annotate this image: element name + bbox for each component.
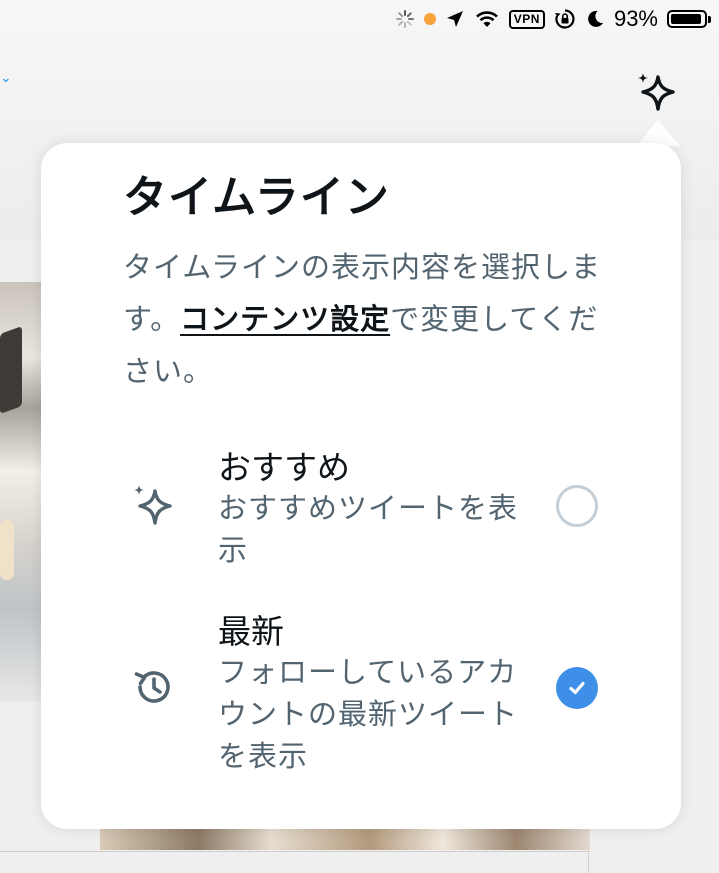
popover-title: タイムライン	[123, 172, 390, 223]
option-recommended[interactable]: おすすめ おすすめツイートを表示	[41, 441, 681, 571]
divider	[588, 851, 589, 873]
battery-level	[671, 14, 701, 24]
timeline-popover: タイムライン タイムラインの表示内容を選択します。コンテンツ設定で変更してくださ…	[41, 143, 681, 829]
background-photo-detail	[0, 325, 22, 415]
radio-latest[interactable]	[556, 667, 598, 709]
option-subtitle: おすすめツイートを表示	[218, 491, 519, 567]
timeline-switch-button[interactable]	[633, 70, 679, 116]
radio-recommended[interactable]	[556, 485, 598, 527]
battery-icon	[667, 10, 711, 28]
checkmark-icon	[569, 681, 585, 695]
option-latest[interactable]: 最新 フォローしているアカウントの最新ツイートを表示	[41, 605, 681, 775]
do-not-disturb-moon-icon	[585, 9, 605, 29]
option-subtitle: フォローしているアカウントの最新ツイートを表示	[218, 655, 519, 773]
sparkle-icon	[638, 73, 675, 111]
sparkle-icon	[129, 482, 177, 530]
battery-percent: 93%	[613, 6, 658, 31]
option-title: おすすめ	[218, 448, 350, 487]
wifi-icon	[474, 9, 500, 29]
orange-dot-indicator	[423, 13, 436, 25]
background-edge-mark: ⌄	[0, 70, 12, 86]
background-photo-detail	[0, 520, 14, 580]
popover-description: タイムラインの表示内容を選択します。コンテンツ設定で変更してください。	[123, 241, 613, 397]
vpn-badge: VPN	[508, 9, 545, 29]
battery-tip	[708, 16, 711, 23]
history-icon	[129, 663, 177, 711]
background-photo-strip	[100, 826, 590, 850]
content-settings-link[interactable]: コンテンツ設定	[180, 302, 390, 336]
status-bar: VPN 93%	[395, 4, 711, 34]
loading-spinner-icon	[395, 9, 415, 29]
divider	[0, 851, 590, 852]
orientation-lock-icon	[554, 8, 576, 30]
location-arrow-icon	[445, 9, 465, 29]
option-title: 最新	[218, 612, 284, 651]
